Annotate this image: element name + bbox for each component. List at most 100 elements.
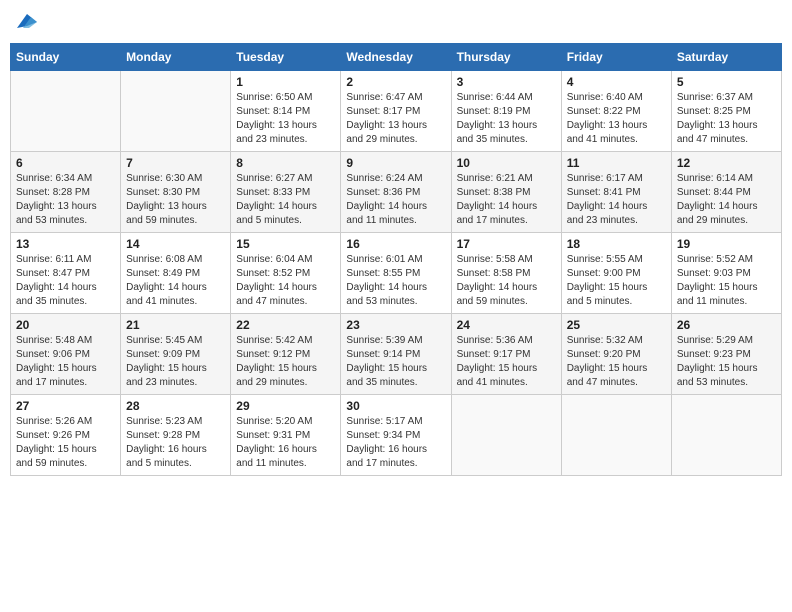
daylight-text: Daylight: 13 hours and 35 minutes. — [457, 119, 556, 147]
daylight-text: Daylight: 14 hours and 53 minutes. — [346, 281, 445, 309]
daylight-text: Daylight: 14 hours and 11 minutes. — [346, 200, 445, 228]
calendar-week-row: 6Sunrise: 6:34 AMSunset: 8:28 PMDaylight… — [11, 152, 782, 233]
day-info: Sunrise: 6:17 AMSunset: 8:41 PMDaylight:… — [567, 172, 666, 228]
calendar-cell: 5Sunrise: 6:37 AMSunset: 8:25 PMDaylight… — [671, 71, 781, 152]
sunrise-text: Sunrise: 6:44 AM — [457, 91, 556, 105]
day-number: 3 — [457, 75, 556, 89]
sunrise-text: Sunrise: 6:34 AM — [16, 172, 115, 186]
daylight-text: Daylight: 14 hours and 41 minutes. — [126, 281, 225, 309]
calendar-cell: 30Sunrise: 5:17 AMSunset: 9:34 PMDayligh… — [341, 395, 451, 476]
day-info: Sunrise: 6:37 AMSunset: 8:25 PMDaylight:… — [677, 91, 776, 147]
calendar-cell: 28Sunrise: 5:23 AMSunset: 9:28 PMDayligh… — [121, 395, 231, 476]
day-number: 14 — [126, 237, 225, 251]
day-info: Sunrise: 6:34 AMSunset: 8:28 PMDaylight:… — [16, 172, 115, 228]
day-number: 4 — [567, 75, 666, 89]
sunset-text: Sunset: 9:20 PM — [567, 348, 666, 362]
day-number: 9 — [346, 156, 445, 170]
calendar-cell: 9 Sunrise: 6:24 AMSunset: 8:36 PMDaylight… — [341, 152, 451, 233]
daylight-text: Daylight: 15 hours and 47 minutes. — [567, 362, 666, 390]
daylight-text: Daylight: 15 hours and 23 minutes. — [126, 362, 225, 390]
calendar-cell: 15Sunrise: 6:04 AMSunset: 8:52 PMDayligh… — [231, 233, 341, 314]
calendar-table: Sunday Monday Tuesday Wednesday Thursday… — [10, 43, 782, 476]
sunrise-text: Sunrise: 5:17 AM — [346, 415, 445, 429]
sunset-text: Sunset: 9:12 PM — [236, 348, 335, 362]
sunrise-text: Sunrise: 5:39 AM — [346, 334, 445, 348]
sunset-text: Sunset: 8:52 PM — [236, 267, 335, 281]
daylight-text: Daylight: 14 hours and 5 minutes. — [236, 200, 335, 228]
calendar-cell: 24Sunrise: 5:36 AMSunset: 9:17 PMDayligh… — [451, 314, 561, 395]
sunset-text: Sunset: 8:22 PM — [567, 105, 666, 119]
calendar-week-row: 1 Sunrise: 6:50 AMSunset: 8:14 PMDaylight… — [11, 71, 782, 152]
calendar-cell: 17Sunrise: 5:58 AMSunset: 8:58 PMDayligh… — [451, 233, 561, 314]
sunset-text: Sunset: 8:38 PM — [457, 186, 556, 200]
day-number: 26 — [677, 318, 776, 332]
calendar-cell — [121, 71, 231, 152]
sunrise-text: Sunrise: 6:21 AM — [457, 172, 556, 186]
sunrise-text: Sunrise: 5:45 AM — [126, 334, 225, 348]
day-number: 7 — [126, 156, 225, 170]
calendar-cell: 25 Sunrise: 5:32 AMSunset: 9:20 PMDayligh… — [561, 314, 671, 395]
calendar-cell: 18Sunrise: 5:55 AMSunset: 9:00 PMDayligh… — [561, 233, 671, 314]
day-number: 19 — [677, 237, 776, 251]
sunrise-text: Sunrise: 5:42 AM — [236, 334, 335, 348]
sunset-text: Sunset: 8:47 PM — [16, 267, 115, 281]
day-number: 16 — [346, 237, 445, 251]
sunrise-text: Sunrise: 6:08 AM — [126, 253, 225, 267]
sunrise-text: Sunrise: 5:26 AM — [16, 415, 115, 429]
sunrise-text: Sunrise: 6:04 AM — [236, 253, 335, 267]
day-number: 13 — [16, 237, 115, 251]
day-info: Sunrise: 5:23 AMSunset: 9:28 PMDaylight:… — [126, 415, 225, 471]
sunrise-text: Sunrise: 6:24 AM — [346, 172, 445, 186]
day-number: 18 — [567, 237, 666, 251]
day-info: Sunrise: 6:50 AMSunset: 8:14 PMDaylight:… — [236, 91, 335, 147]
header-saturday: Saturday — [671, 44, 781, 71]
daylight-text: Daylight: 14 hours and 47 minutes. — [236, 281, 335, 309]
day-number: 1 — [236, 75, 335, 89]
logo — [14, 10, 37, 35]
calendar-cell: 13Sunrise: 6:11 AMSunset: 8:47 PMDayligh… — [11, 233, 121, 314]
sunrise-text: Sunrise: 6:30 AM — [126, 172, 225, 186]
sunrise-text: Sunrise: 5:29 AM — [677, 334, 776, 348]
day-number: 21 — [126, 318, 225, 332]
daylight-text: Daylight: 16 hours and 5 minutes. — [126, 443, 225, 471]
calendar-week-row: 27Sunrise: 5:26 AMSunset: 9:26 PMDayligh… — [11, 395, 782, 476]
daylight-text: Daylight: 13 hours and 29 minutes. — [346, 119, 445, 147]
sunrise-text: Sunrise: 6:47 AM — [346, 91, 445, 105]
day-info: Sunrise: 5:32 AMSunset: 9:20 PMDaylight:… — [567, 334, 666, 390]
daylight-text: Daylight: 13 hours and 53 minutes. — [16, 200, 115, 228]
day-number: 12 — [677, 156, 776, 170]
daylight-text: Daylight: 14 hours and 17 minutes. — [457, 200, 556, 228]
day-number: 24 — [457, 318, 556, 332]
sunrise-text: Sunrise: 5:55 AM — [567, 253, 666, 267]
day-number: 29 — [236, 399, 335, 413]
calendar-cell — [451, 395, 561, 476]
sunrise-text: Sunrise: 5:23 AM — [126, 415, 225, 429]
sunset-text: Sunset: 8:58 PM — [457, 267, 556, 281]
day-info: Sunrise: 5:58 AMSunset: 8:58 PMDaylight:… — [457, 253, 556, 309]
sunset-text: Sunset: 9:03 PM — [677, 267, 776, 281]
sunset-text: Sunset: 8:17 PM — [346, 105, 445, 119]
sunrise-text: Sunrise: 6:17 AM — [567, 172, 666, 186]
day-info: Sunrise: 6:08 AMSunset: 8:49 PMDaylight:… — [126, 253, 225, 309]
sunrise-text: Sunrise: 6:14 AM — [677, 172, 776, 186]
day-info: Sunrise: 6:04 AMSunset: 8:52 PMDaylight:… — [236, 253, 335, 309]
day-number: 25 — [567, 318, 666, 332]
day-info: Sunrise: 6:27 AMSunset: 8:33 PMDaylight:… — [236, 172, 335, 228]
header-tuesday: Tuesday — [231, 44, 341, 71]
calendar-cell: 1 Sunrise: 6:50 AMSunset: 8:14 PMDaylight… — [231, 71, 341, 152]
day-info: Sunrise: 6:44 AMSunset: 8:19 PMDaylight:… — [457, 91, 556, 147]
daylight-text: Daylight: 15 hours and 5 minutes. — [567, 281, 666, 309]
sunset-text: Sunset: 9:28 PM — [126, 429, 225, 443]
sunset-text: Sunset: 9:34 PM — [346, 429, 445, 443]
daylight-text: Daylight: 13 hours and 59 minutes. — [126, 200, 225, 228]
calendar-cell: 6Sunrise: 6:34 AMSunset: 8:28 PMDaylight… — [11, 152, 121, 233]
day-number: 30 — [346, 399, 445, 413]
calendar-week-row: 20Sunrise: 5:48 AMSunset: 9:06 PMDayligh… — [11, 314, 782, 395]
sunset-text: Sunset: 8:36 PM — [346, 186, 445, 200]
daylight-text: Daylight: 14 hours and 35 minutes. — [16, 281, 115, 309]
calendar-cell: 16Sunrise: 6:01 AMSunset: 8:55 PMDayligh… — [341, 233, 451, 314]
calendar-cell — [561, 395, 671, 476]
calendar-week-row: 13Sunrise: 6:11 AMSunset: 8:47 PMDayligh… — [11, 233, 782, 314]
sunrise-text: Sunrise: 6:40 AM — [567, 91, 666, 105]
header-monday: Monday — [121, 44, 231, 71]
